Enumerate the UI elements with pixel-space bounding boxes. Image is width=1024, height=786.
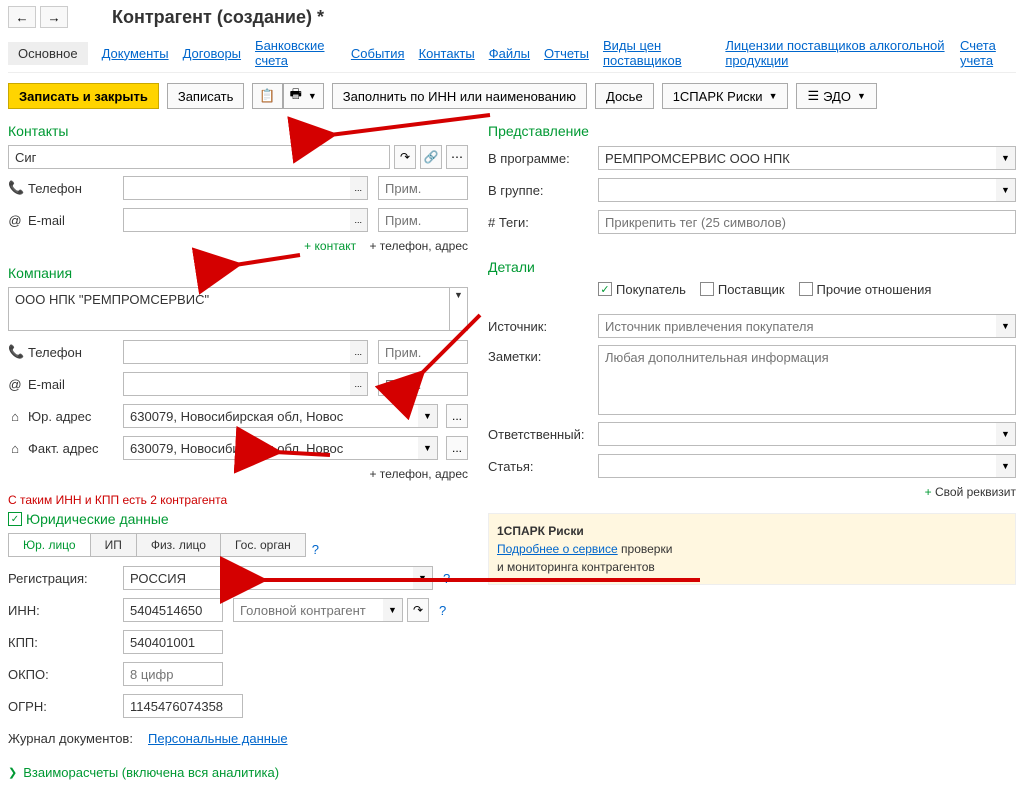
phone-icon: 📞	[8, 180, 22, 196]
tags-input[interactable]	[598, 210, 1016, 234]
save-close-button[interactable]: Записать и закрыть	[8, 83, 159, 109]
spark-risks-button[interactable]: 1СПАРК Риски▼	[662, 83, 789, 109]
representation-section-title: Представление	[488, 123, 1016, 139]
fact-address-input[interactable]	[123, 436, 418, 460]
legal-tab-company[interactable]: Юр. лицо	[9, 534, 91, 556]
responsible-input[interactable]	[598, 422, 996, 446]
nav-back-button[interactable]: ←	[8, 6, 36, 28]
in-program-input[interactable]	[598, 146, 996, 170]
legal-address-input[interactable]	[123, 404, 418, 428]
notes-textarea[interactable]	[598, 345, 1016, 415]
okpo-input[interactable]	[123, 662, 223, 686]
reg-help-button[interactable]: ?	[443, 571, 450, 586]
tab-bank-accounts[interactable]: Банковские счета	[255, 38, 337, 68]
inn-help-button[interactable]: ?	[439, 603, 446, 618]
tab-licenses[interactable]: Лицензии поставщиков алкогольной продукц…	[725, 38, 946, 68]
legal-tab-gov[interactable]: Гос. орган	[221, 534, 305, 556]
contact-phone-input[interactable]	[123, 176, 350, 200]
article-input[interactable]	[598, 454, 996, 478]
phone-icon: 📞	[8, 344, 22, 360]
company-email-note-input[interactable]	[378, 372, 468, 396]
home-icon: ⌂	[8, 441, 22, 456]
head-open-button[interactable]: ↷	[407, 598, 429, 622]
fact-addr-more-button[interactable]: ...	[446, 436, 468, 460]
phone-more-button[interactable]: ...	[350, 176, 368, 200]
print-button[interactable]: 🖶▼	[283, 83, 324, 109]
tab-contracts[interactable]: Договоры	[183, 46, 241, 61]
tab-events[interactable]: События	[351, 46, 405, 61]
duplicate-warning[interactable]: С таким ИНН и КПП есть 2 контрагента	[8, 493, 468, 507]
settlements-section[interactable]: ❯ Взаиморасчеты (включена вся аналитика)	[8, 765, 468, 780]
fill-inn-button[interactable]: Заполнить по ИНН или наименованию	[332, 83, 587, 109]
source-input[interactable]	[598, 314, 996, 338]
company-dropdown-button[interactable]: ▼	[449, 288, 467, 330]
contact-name-input[interactable]	[8, 145, 390, 169]
personal-data-link[interactable]: Персональные данные	[148, 731, 288, 746]
contact-more-button[interactable]: ⋯	[446, 145, 468, 169]
legal-tab-ip[interactable]: ИП	[91, 534, 137, 556]
tab-price-types[interactable]: Виды цен поставщиков	[603, 38, 711, 68]
page-title: Контрагент (создание) *	[112, 7, 324, 28]
legal-addr-more-button[interactable]: ...	[446, 404, 468, 428]
registration-input[interactable]	[123, 566, 413, 590]
tab-reports[interactable]: Отчеты	[544, 46, 589, 61]
ogrn-input[interactable]	[123, 694, 243, 718]
nav-forward-button[interactable]: →	[40, 6, 68, 28]
contact-email-note-input[interactable]	[378, 208, 468, 232]
legal-checkbox-icon: ✓	[8, 512, 22, 526]
edo-button[interactable]: ☰ ЭДО▼	[796, 83, 876, 109]
email-icon: @	[8, 377, 22, 392]
legal-data-section-title[interactable]: ✓ Юридические данные	[8, 511, 468, 527]
contact-email-input[interactable]	[123, 208, 350, 232]
legal-help-button[interactable]: ?	[312, 542, 319, 557]
tab-accounts[interactable]: Счета учета	[960, 38, 1016, 68]
save-button[interactable]: Записать	[167, 83, 245, 109]
tab-contacts[interactable]: Контакты	[419, 46, 475, 61]
head-counterparty-input[interactable]	[233, 598, 383, 622]
buyer-checkbox[interactable]: ✓Покупатель	[598, 282, 686, 297]
add-phone-addr-link[interactable]: + телефон, адрес	[369, 239, 468, 253]
copy-button[interactable]: 📋	[252, 83, 282, 109]
contact-phone-note-input[interactable]	[378, 176, 468, 200]
add-company-phone-addr-link[interactable]: + телефон, адрес	[369, 467, 468, 481]
dossier-button[interactable]: Досье	[595, 83, 654, 109]
other-rel-checkbox[interactable]: Прочие отношения	[799, 282, 932, 297]
details-section-title: Детали	[488, 259, 1016, 275]
company-phone-note-input[interactable]	[378, 340, 468, 364]
tab-main[interactable]: Основное	[8, 42, 88, 65]
spark-info-box: 1СПАРК Риски Подробнее о сервисе проверк…	[488, 513, 1016, 585]
contact-link-button[interactable]: 🔗	[420, 145, 442, 169]
in-group-input[interactable]	[598, 178, 996, 202]
home-icon: ⌂	[8, 409, 22, 424]
company-section-title: Компания	[8, 265, 468, 281]
supplier-checkbox[interactable]: Поставщик	[700, 282, 785, 297]
company-name-input[interactable]: ООО НПК "РЕМПРОМСЕРВИС" ▼	[8, 287, 468, 331]
company-phone-input[interactable]	[123, 340, 350, 364]
spark-more-link[interactable]: Подробнее о сервисе	[497, 542, 618, 556]
email-icon: @	[8, 213, 22, 228]
company-email-input[interactable]	[123, 372, 350, 396]
tab-documents[interactable]: Документы	[102, 46, 169, 61]
tab-files[interactable]: Файлы	[489, 46, 530, 61]
own-requisite-link[interactable]: + Свой реквизит	[488, 485, 1016, 499]
inn-input[interactable]	[123, 598, 223, 622]
chevron-right-icon: ❯	[8, 766, 17, 779]
contacts-section-title: Контакты	[8, 123, 468, 139]
email-more-button[interactable]: ...	[350, 208, 368, 232]
kpp-input[interactable]	[123, 630, 223, 654]
legal-tab-person[interactable]: Физ. лицо	[137, 534, 221, 556]
add-contact-link[interactable]: + контакт	[304, 239, 356, 253]
contact-open-button[interactable]: ↷	[394, 145, 416, 169]
